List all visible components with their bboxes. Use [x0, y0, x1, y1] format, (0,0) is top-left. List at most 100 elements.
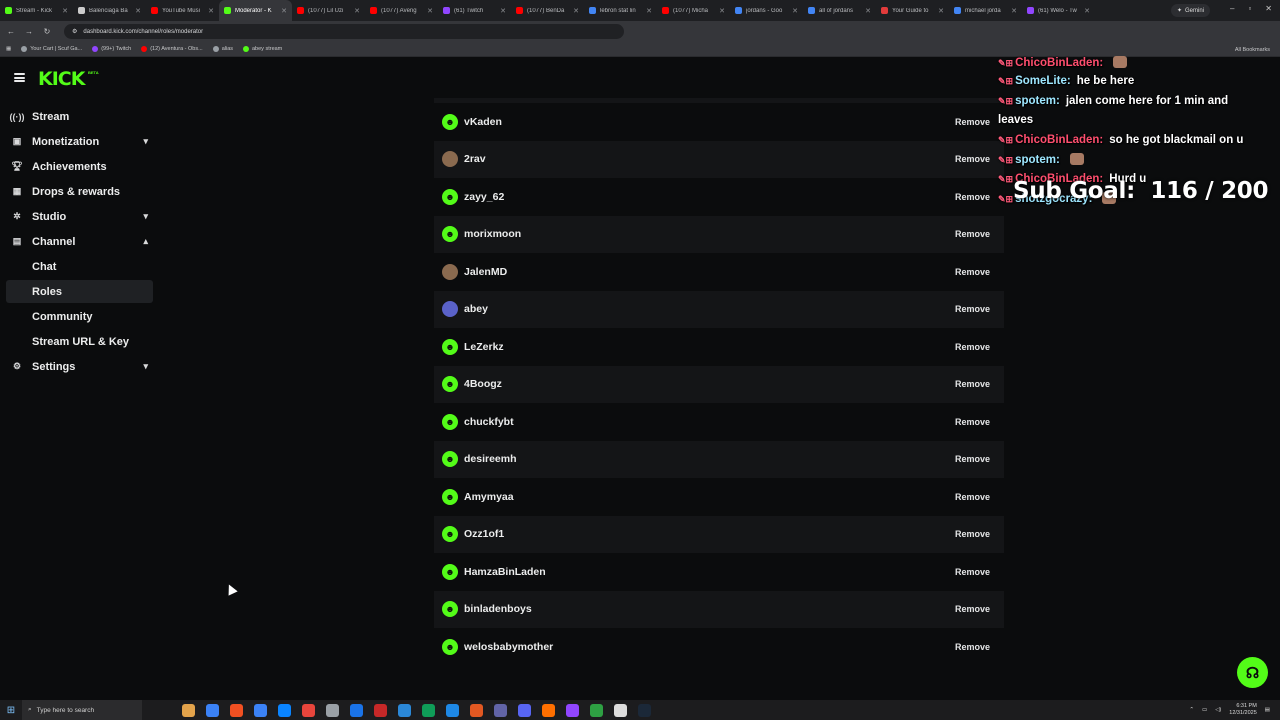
- taskbar-app-icon[interactable]: [590, 703, 603, 717]
- taskbar-app-icon[interactable]: [638, 703, 651, 717]
- remove-moderator-button[interactable]: Remove: [955, 567, 990, 577]
- browser-tab[interactable]: Your Guide to ✕: [876, 0, 949, 21]
- tab-close-icon[interactable]: ✕: [281, 7, 287, 15]
- browser-tab[interactable]: (1077) BenDa ✕: [511, 0, 584, 21]
- tab-close-icon[interactable]: ✕: [646, 7, 652, 15]
- remove-moderator-button[interactable]: Remove: [955, 492, 990, 502]
- gemini-button[interactable]: ✦ Gemini: [1170, 4, 1210, 17]
- remove-moderator-button[interactable]: Remove: [955, 454, 990, 464]
- maximize-icon[interactable]: ▫: [1248, 4, 1251, 13]
- tab-close-icon[interactable]: ✕: [62, 7, 68, 15]
- sidebar-item-settings[interactable]: ⚙ Settings ▾: [6, 355, 153, 378]
- sidebar-item-studio[interactable]: ✲ Studio ▾: [6, 205, 153, 228]
- tray-chevron-icon[interactable]: ⌃: [1189, 707, 1194, 713]
- taskbar-app-icon[interactable]: [302, 703, 315, 717]
- remove-moderator-button[interactable]: Remove: [955, 529, 990, 539]
- chevron-down-icon[interactable]: ▾: [143, 211, 148, 222]
- sidebar-item-drops-rewards[interactable]: ▦ Drops & rewards: [6, 180, 153, 203]
- browser-tab[interactable]: Moderator - K ✕: [219, 0, 292, 21]
- network-icon[interactable]: ▭: [1202, 707, 1207, 713]
- chevron-down-icon[interactable]: ▾: [143, 136, 148, 147]
- remove-moderator-button[interactable]: Remove: [955, 229, 990, 239]
- chevron-up-icon[interactable]: ▴: [143, 236, 148, 247]
- back-icon[interactable]: ←: [6, 27, 16, 36]
- kick-logo[interactable]: KICK: [38, 68, 85, 90]
- sidebar-item-roles[interactable]: Roles: [6, 280, 153, 303]
- taskbar-app-icon[interactable]: [254, 703, 267, 717]
- tab-close-icon[interactable]: ✕: [719, 7, 725, 15]
- browser-tab[interactable]: (61) Twitch ✕: [438, 0, 511, 21]
- remove-moderator-button[interactable]: Remove: [955, 342, 990, 352]
- windows-start-icon[interactable]: ⊞: [0, 705, 22, 716]
- browser-tab[interactable]: YouTube Musi ✕: [146, 0, 219, 21]
- browser-tab[interactable]: (1077) Lil Uzi ✕: [292, 0, 365, 21]
- sidebar-item-achievements[interactable]: 🏆︎ Achievements: [6, 155, 153, 178]
- taskbar-app-icon[interactable]: [566, 703, 579, 717]
- browser-tab[interactable]: (1077) Micha ✕: [657, 0, 730, 21]
- taskbar-app-icon[interactable]: [614, 703, 627, 717]
- bookmark-item[interactable]: (12) Aventura - Obs...: [141, 46, 203, 52]
- remove-moderator-button[interactable]: Remove: [955, 379, 990, 389]
- tab-close-icon[interactable]: ✕: [792, 7, 798, 15]
- taskbar-app-icon[interactable]: [398, 703, 411, 717]
- tab-close-icon[interactable]: ✕: [865, 7, 871, 15]
- tab-close-icon[interactable]: ✕: [354, 7, 360, 15]
- tab-close-icon[interactable]: ✕: [135, 7, 141, 15]
- sidebar-item-stream-url-key[interactable]: Stream URL & Key: [6, 330, 153, 353]
- browser-tab[interactable]: jordans - Goo ✕: [730, 0, 803, 21]
- browser-tab[interactable]: Balenciaga Ba ✕: [73, 0, 146, 21]
- taskbar-app-icon[interactable]: [422, 703, 435, 717]
- notification-icon[interactable]: ▤: [1265, 707, 1270, 713]
- help-chat-button[interactable]: ☊: [1237, 657, 1268, 688]
- browser-tab[interactable]: (61) Welo - Tw ✕: [1022, 0, 1095, 21]
- menu-icon[interactable]: [14, 73, 25, 82]
- site-info-icon[interactable]: ⚙: [72, 28, 77, 35]
- url-field[interactable]: ⚙ dashboard.kick.com/channel/roles/moder…: [64, 24, 624, 39]
- bookmark-item[interactable]: abey stream: [243, 46, 282, 52]
- volume-icon[interactable]: ◁): [1215, 707, 1221, 713]
- remove-moderator-button[interactable]: Remove: [955, 267, 990, 277]
- bookmark-item[interactable]: (99+) Twitch: [92, 46, 131, 52]
- tab-close-icon[interactable]: ✕: [1084, 7, 1090, 15]
- bookmark-item[interactable]: Your Cart | Scuf Ga...: [21, 46, 82, 52]
- browser-tab[interactable]: all of jordans ✕: [803, 0, 876, 21]
- sidebar-item-channel[interactable]: ▤ Channel ▴: [6, 230, 153, 253]
- taskbar-app-icon[interactable]: [494, 703, 507, 717]
- remove-moderator-button[interactable]: Remove: [955, 117, 990, 127]
- tab-close-icon[interactable]: ✕: [208, 7, 214, 15]
- minimize-icon[interactable]: –: [1230, 4, 1234, 13]
- reload-icon[interactable]: ↻: [42, 27, 52, 36]
- taskbar-app-icon[interactable]: [230, 703, 243, 717]
- sidebar-item-chat[interactable]: Chat: [6, 255, 153, 278]
- tab-close-icon[interactable]: ✕: [500, 7, 506, 15]
- taskbar-app-icon[interactable]: [446, 703, 459, 717]
- sidebar-item-stream[interactable]: ((·)) Stream: [6, 105, 153, 128]
- sidebar-item-monetization[interactable]: ▣ Monetization ▾: [6, 130, 153, 153]
- forward-icon[interactable]: →: [24, 27, 34, 36]
- sidebar-item-community[interactable]: Community: [6, 305, 153, 328]
- remove-moderator-button[interactable]: Remove: [955, 417, 990, 427]
- remove-moderator-button[interactable]: Remove: [955, 642, 990, 652]
- remove-moderator-button[interactable]: Remove: [955, 604, 990, 614]
- taskbar-app-icon[interactable]: [374, 703, 387, 717]
- browser-tab[interactable]: (1077) Aveng ✕: [365, 0, 438, 21]
- tab-close-icon[interactable]: ✕: [573, 7, 579, 15]
- taskbar-app-icon[interactable]: [278, 703, 291, 717]
- browser-tab[interactable]: lebron stat lin ✕: [584, 0, 657, 21]
- close-window-icon[interactable]: ✕: [1265, 4, 1272, 13]
- clock[interactable]: 6:31 PM 12/31/2025: [1229, 703, 1257, 717]
- taskbar-app-icon[interactable]: [350, 703, 363, 717]
- remove-moderator-button[interactable]: Remove: [955, 154, 990, 164]
- tab-close-icon[interactable]: ✕: [427, 7, 433, 15]
- taskbar-app-icon[interactable]: [542, 703, 555, 717]
- taskbar-app-icon[interactable]: [326, 703, 339, 717]
- tab-close-icon[interactable]: ✕: [1011, 7, 1017, 15]
- taskbar-search[interactable]: ⌕ Type here to search: [22, 700, 142, 720]
- all-bookmarks[interactable]: All Bookmarks: [1235, 42, 1270, 57]
- chevron-down-icon[interactable]: ▾: [143, 361, 148, 372]
- bookmark-item[interactable]: alias: [212, 46, 233, 52]
- apps-grid-icon[interactable]: ▦: [6, 46, 11, 52]
- browser-tab[interactable]: Stream - Kick ✕: [0, 0, 73, 21]
- tab-close-icon[interactable]: ✕: [938, 7, 944, 15]
- taskbar-app-icon[interactable]: [518, 703, 531, 717]
